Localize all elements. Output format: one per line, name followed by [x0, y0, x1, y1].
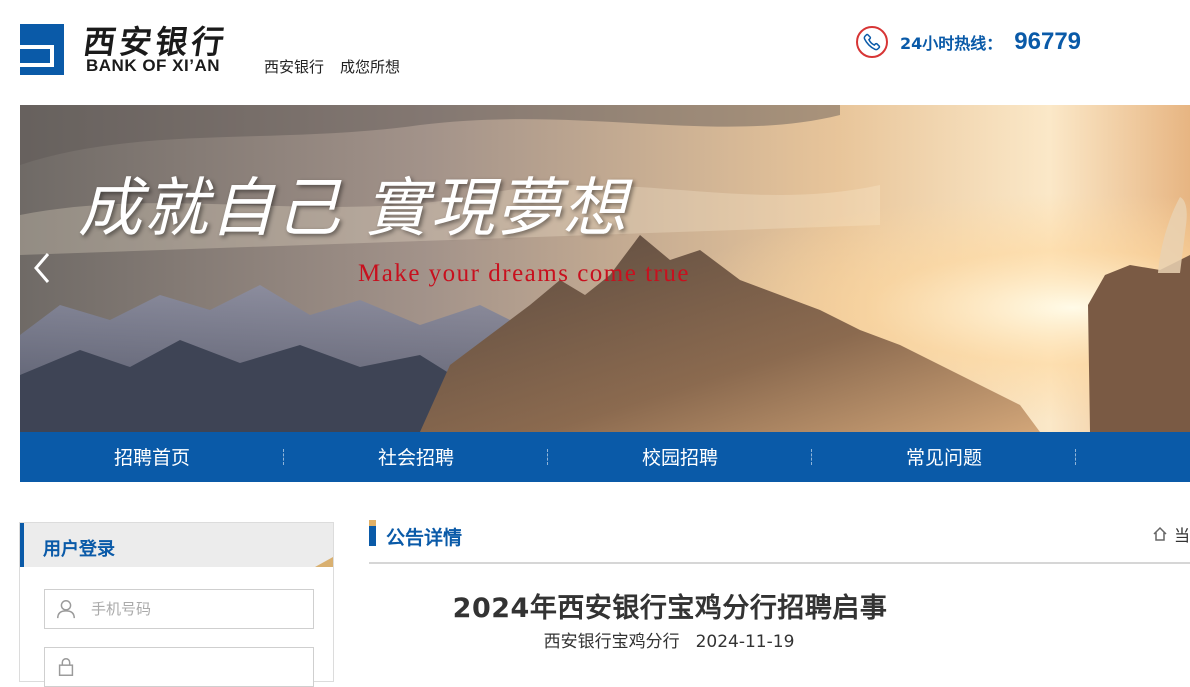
- breadcrumb[interactable]: 当: [1152, 522, 1190, 546]
- site-header: 西安银行 BANK OF XI’AN 西安银行 成您所想 24小时热线： 9677…: [0, 0, 1190, 100]
- section-marker: [369, 520, 376, 546]
- article-date: 2024-11-19: [695, 632, 795, 652]
- bank-logo-icon[interactable]: [20, 24, 64, 75]
- phone-field[interactable]: [44, 589, 314, 629]
- nav-item-more[interactable]: 招: [1076, 432, 1190, 482]
- hotline-label: 24小时热线：: [900, 34, 1003, 53]
- section-title: 公告详情: [386, 527, 463, 549]
- hotline-number: 96779: [1014, 28, 1082, 55]
- nav-item-faq[interactable]: 常见问题: [812, 432, 1076, 482]
- slogan-part-2: 成您所想: [340, 58, 401, 76]
- login-title: 用户登录: [43, 539, 115, 560]
- banner-title: 成就自己 實現夢想: [78, 172, 629, 246]
- slogan-part-1: 西安银行: [264, 58, 325, 76]
- slogan: 西安银行 成您所想: [264, 56, 416, 77]
- password-field[interactable]: [44, 647, 314, 687]
- login-header-corner: [315, 557, 333, 567]
- banner-subtitle: Make your dreams come true: [358, 260, 690, 287]
- hotline: 24小时热线： 96779: [856, 24, 1081, 60]
- nav-item-social-recruit[interactable]: 社会招聘: [284, 432, 548, 482]
- article-meta: 西安银行宝鸡分行 2024-11-19: [369, 627, 969, 652]
- banner-prev-arrow-icon[interactable]: [30, 250, 54, 286]
- main-nav: 招聘首页 社会招聘 校园招聘 常见问题 招: [20, 432, 1190, 482]
- user-icon: [57, 600, 75, 619]
- hero-banner[interactable]: 成就自己 實現夢想 Make your dreams come true: [20, 105, 1190, 432]
- lock-icon: [58, 658, 74, 676]
- nav-item-campus-recruit[interactable]: 校园招聘: [548, 432, 812, 482]
- home-icon: [1153, 526, 1167, 541]
- phone-input[interactable]: [89, 599, 293, 619]
- article-title: 2024年西安银行宝鸡分行招聘启事: [452, 593, 888, 624]
- phone-icon: [856, 26, 888, 58]
- login-panel: 用户登录: [19, 522, 334, 687]
- announcement-header: 公告详情 当: [369, 520, 1190, 564]
- article-source: 西安银行宝鸡分行: [543, 632, 680, 652]
- logo-english-name: BANK OF XI’AN: [86, 56, 220, 75]
- breadcrumb-label: 当: [1174, 526, 1190, 545]
- login-header: 用户登录: [20, 523, 333, 567]
- password-input[interactable]: [89, 657, 293, 677]
- nav-item-home[interactable]: 招聘首页: [20, 432, 284, 482]
